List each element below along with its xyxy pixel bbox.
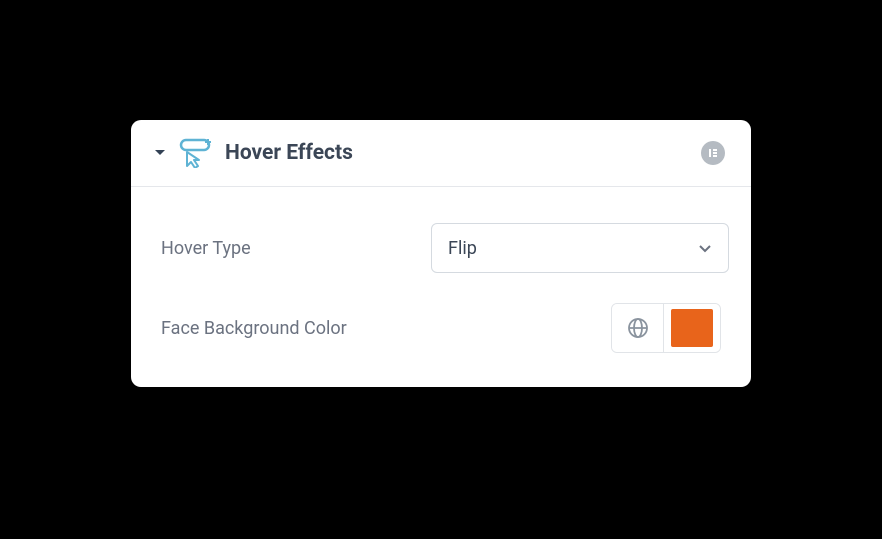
face-bg-control bbox=[431, 303, 721, 353]
hover-effects-icon bbox=[179, 138, 215, 168]
color-swatch bbox=[671, 309, 713, 347]
color-control-group bbox=[611, 303, 721, 353]
hover-type-select[interactable]: Flip bbox=[431, 223, 729, 273]
hover-type-row: Hover Type Flip bbox=[161, 223, 721, 273]
panel-header: Hover Effects bbox=[131, 120, 751, 187]
globe-icon bbox=[627, 317, 649, 339]
hover-type-value: Flip bbox=[448, 238, 477, 259]
face-bg-label: Face Background Color bbox=[161, 318, 431, 339]
hover-type-label: Hover Type bbox=[161, 238, 431, 259]
collapse-caret-icon[interactable] bbox=[153, 146, 167, 160]
color-swatch-button[interactable] bbox=[664, 304, 720, 352]
panel-body: Hover Type Flip Face Background Color bbox=[131, 187, 751, 387]
chevron-down-icon bbox=[698, 239, 712, 258]
face-bg-row: Face Background Color bbox=[161, 303, 721, 353]
elementor-badge-icon bbox=[701, 141, 725, 165]
hover-effects-panel: Hover Effects Hover Type Flip Face Backg… bbox=[131, 120, 751, 387]
panel-title: Hover Effects bbox=[225, 141, 353, 165]
hover-type-control: Flip bbox=[431, 223, 729, 273]
global-color-button[interactable] bbox=[612, 304, 664, 352]
